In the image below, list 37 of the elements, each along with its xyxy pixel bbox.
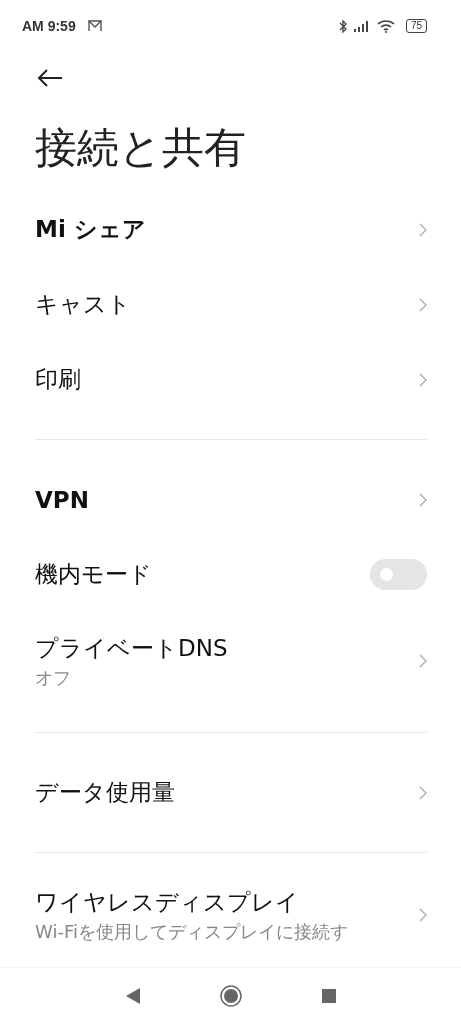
item-label: ワイヤレスディスプレイ [35, 887, 300, 917]
settings-item[interactable]: データ使用量 [35, 755, 427, 830]
settings-item[interactable]: キャスト [35, 267, 427, 342]
home-icon[interactable] [219, 985, 242, 1007]
page-title: 接続と共有 [35, 122, 247, 174]
item-label: プライベートDNS [35, 633, 228, 663]
chevron-icon [419, 654, 427, 668]
battery-indicator: 75 [405, 19, 427, 33]
item-label: データ使用量 [35, 778, 175, 807]
mail-icon [87, 20, 102, 32]
recents-icon[interactable] [321, 989, 336, 1003]
wifi-icon [376, 19, 396, 33]
item-label: Mi シェア [35, 215, 146, 244]
status-time: AM 9:59 [22, 18, 76, 34]
settings-item[interactable]: プライベートDNS オフ [35, 612, 427, 710]
settings-item[interactable]: 機内モード [35, 537, 427, 612]
signal-icon [353, 20, 371, 32]
chevron-icon [419, 785, 427, 800]
toggle-switch[interactable] [370, 559, 427, 590]
back-arrow-icon[interactable] [37, 69, 63, 87]
settings-item[interactable]: ワイヤレスディスプレイ Wi-Fiを使用してディスプレイに接続す [35, 875, 427, 955]
settings-item[interactable]: Mi シェア [35, 192, 427, 267]
chevron-icon [419, 372, 427, 387]
settings-item[interactable]: 印刷 [35, 342, 427, 417]
chevron-icon [419, 297, 427, 312]
bluetooth-icon [338, 18, 348, 34]
item-label: 機内モード [35, 560, 152, 589]
settings-item[interactable]: VPN [35, 462, 427, 537]
chevron-icon [419, 908, 427, 922]
chevron-icon [419, 492, 427, 507]
item-subtitle: Wi-Fiを使用してディスプレイに接続す [35, 919, 348, 944]
chevron-icon [419, 222, 427, 237]
item-label: キャスト [35, 290, 131, 319]
back-icon[interactable] [125, 988, 140, 1004]
item-label: 印刷 [35, 365, 81, 394]
item-label: VPN [35, 486, 89, 513]
item-subtitle: オフ [35, 665, 72, 690]
